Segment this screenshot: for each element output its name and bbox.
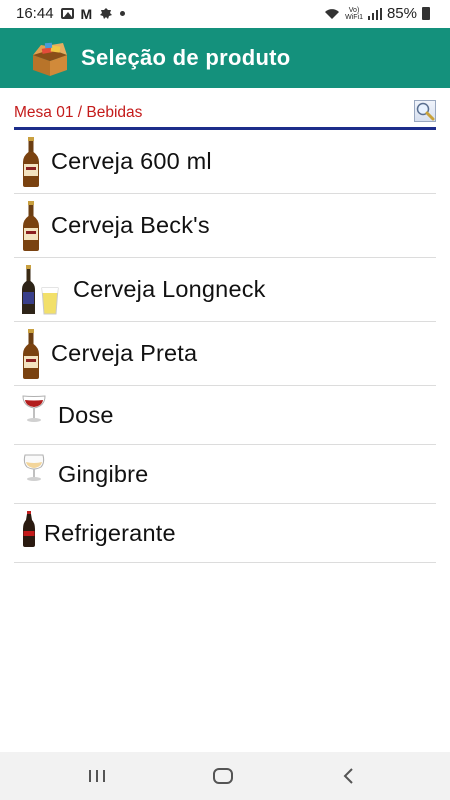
signal-icon: [367, 7, 382, 20]
product-label: Cerveja 600 ml: [51, 148, 212, 174]
open-box-icon: [33, 42, 67, 76]
beer-bottle-icon: [23, 328, 39, 379]
gallery-notification-icon: [60, 8, 74, 19]
product-label: Cerveja Preta: [51, 340, 198, 366]
product-item-refrigerante[interactable]: Refrigerante: [14, 504, 436, 563]
settings-notification-icon: [100, 7, 113, 19]
product-label: Cerveja Beck's: [51, 212, 210, 238]
volte-line-2: WiFi1: [345, 13, 363, 21]
product-item-cerveja-preta[interactable]: Cerveja Preta: [14, 322, 436, 386]
product-list: Cerveja 600 ml Cerveja Beck's Cerveja Lo…: [14, 130, 436, 563]
wifi-icon: [325, 8, 340, 19]
search-button[interactable]: [414, 100, 436, 122]
back-button[interactable]: [334, 764, 364, 788]
home-button[interactable]: [208, 764, 238, 788]
status-left: 16:44 M: [16, 5, 126, 22]
product-label: Gingibre: [58, 460, 149, 487]
page-title: Seleção de produto: [81, 45, 291, 70]
product-item-gingibre[interactable]: Gingibre: [14, 445, 436, 504]
product-item-cerveja-longneck[interactable]: Cerveja Longneck: [14, 258, 436, 322]
status-bar: 16:44 M Vo) WiFi1 85%: [0, 0, 450, 28]
volte-icon: Vo) WiFi1: [345, 7, 363, 21]
volte-line-1: Vo): [348, 6, 360, 14]
header-row: Mesa 01 / Bebidas: [14, 100, 436, 130]
breadcrumb: Mesa 01 / Bebidas: [14, 104, 143, 121]
product-item-cerveja-becks[interactable]: Cerveja Beck's: [14, 194, 436, 258]
product-item-dose[interactable]: Dose: [14, 386, 436, 445]
product-label: Refrigerante: [44, 519, 176, 546]
battery-percent: 85%: [386, 5, 417, 22]
status-right: Vo) WiFi1 85%: [324, 5, 430, 22]
status-time: 16:44: [16, 5, 54, 22]
magnifier-icon: [416, 102, 435, 121]
recents-icon: [89, 770, 105, 782]
beer-bottle-icon: [23, 200, 39, 251]
product-label: Dose: [58, 401, 114, 428]
back-icon: [343, 768, 353, 784]
product-item-cerveja-600ml[interactable]: Cerveja 600 ml: [14, 130, 436, 194]
snifter-glass-icon: [23, 454, 45, 481]
wine-glass-icon: [22, 395, 46, 422]
home-icon: [213, 768, 233, 784]
gmail-notification-icon: M: [80, 5, 93, 22]
more-notifications-dot-icon: [120, 11, 126, 16]
recents-button[interactable]: [82, 764, 112, 788]
longneck-and-glass-icon: [22, 264, 59, 314]
battery-icon: [422, 7, 430, 20]
soda-bottle-icon: [23, 511, 35, 547]
system-nav-bar: [0, 752, 450, 800]
app-bar: Seleção de produto: [0, 28, 450, 88]
beer-bottle-icon: [23, 136, 39, 187]
product-label: Cerveja Longneck: [73, 276, 266, 302]
